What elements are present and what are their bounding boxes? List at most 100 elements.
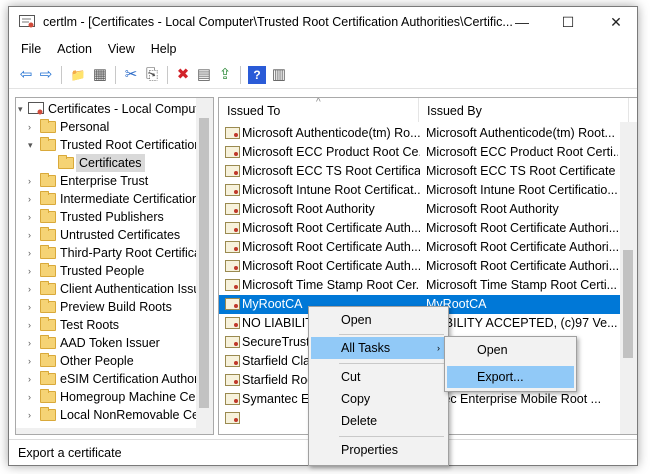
expand-icon[interactable]: › <box>28 226 38 244</box>
tree-label: Client Authentication Issu <box>60 282 201 296</box>
folder-icon <box>40 335 56 349</box>
expand-icon[interactable]: › <box>28 352 38 370</box>
table-row[interactable]: Microsoft ECC Product Root Ce... Microsof… <box>219 143 621 162</box>
tree-vertical-scrollbar[interactable] <box>196 98 213 434</box>
issued-to-cell: Microsoft Root Certificate Auth... <box>242 259 420 273</box>
certificate-icon <box>225 317 240 329</box>
submenu-arrow-icon: › <box>437 343 440 353</box>
up-folder-icon[interactable]: 📁 <box>69 66 87 84</box>
scroll-thumb[interactable] <box>623 250 633 358</box>
cut-icon[interactable]: ✂ <box>122 66 140 84</box>
export-list-icon[interactable]: ⇪ <box>216 66 234 84</box>
context-menu-all-tasks[interactable]: All Tasks › <box>311 337 446 359</box>
tree-horizontal-scrollbar[interactable] <box>16 428 197 434</box>
title-bar[interactable]: certlm - [Certificates - Local Computer\… <box>9 7 637 38</box>
table-row[interactable]: Microsoft Intune Root Certificat... Micro… <box>219 181 621 200</box>
table-row[interactable]: Microsoft Root Certificate Auth... Micros… <box>219 257 621 276</box>
tree-label: Personal <box>60 120 110 134</box>
certificate-icon <box>225 241 240 253</box>
issued-to-cell: Microsoft ECC TS Root Certifica... <box>242 164 420 178</box>
expand-icon[interactable]: › <box>28 334 38 352</box>
menu-bar: File Action View Help <box>9 38 637 60</box>
submenu-export[interactable]: Export... <box>447 366 574 388</box>
folder-icon <box>40 119 56 133</box>
column-header-issued-by[interactable]: Issued By <box>419 98 629 122</box>
status-text: Export a certificate <box>18 446 122 460</box>
tree-label: eSIM Certification Authori <box>60 372 202 386</box>
menu-action[interactable]: Action <box>49 38 100 60</box>
delete-icon[interactable]: ✖ <box>174 66 192 84</box>
properties-icon[interactable]: ▤ <box>195 66 213 84</box>
issued-by-cell: Microsoft Root Certificate Authori... <box>426 240 618 254</box>
expand-icon[interactable]: › <box>28 388 38 406</box>
menu-item-label: All Tasks <box>341 341 391 355</box>
list-vertical-scrollbar[interactable] <box>620 122 637 434</box>
issued-to-cell: Microsoft Authenticode(tm) Ro... <box>242 126 420 140</box>
copy-icon[interactable]: ⎘ <box>143 66 161 84</box>
menu-separator <box>339 436 444 437</box>
expand-icon[interactable]: › <box>28 244 38 262</box>
menu-help[interactable]: Help <box>143 38 185 60</box>
toolbar: ⇦ ⇨ 📁 ▦ ✂ ⎘ ✖ ▤ ⇪ ? ▥ <box>9 61 637 89</box>
folder-icon <box>40 227 56 241</box>
show-hide-tree-icon[interactable]: ▦ <box>91 66 109 84</box>
tree-label: Trusted Publishers <box>60 210 164 224</box>
table-row[interactable]: Microsoft Root Authority Microsoft Root A… <box>219 200 621 219</box>
expand-icon[interactable]: › <box>28 262 38 280</box>
folder-open-icon <box>40 137 56 151</box>
table-row[interactable]: Microsoft Root Certificate Auth... Micros… <box>219 238 621 257</box>
table-row[interactable]: Microsoft Time Stamp Root Cer... Microsof… <box>219 276 621 295</box>
context-menu-copy[interactable]: Copy <box>311 388 446 410</box>
column-label: Issued To <box>227 104 281 118</box>
tree-label: Trusted Root Certification <box>60 138 202 152</box>
tree-label: Homegroup Machine Cer <box>60 390 200 404</box>
scroll-thumb[interactable] <box>199 118 209 408</box>
help-icon[interactable]: ? <box>248 66 266 84</box>
show-action-pane-icon[interactable]: ▥ <box>270 66 288 84</box>
forward-icon[interactable]: ⇨ <box>37 66 55 84</box>
minimize-button[interactable]: — <box>499 7 545 38</box>
context-menu-properties[interactable]: Properties <box>311 439 446 461</box>
menu-separator <box>339 334 444 335</box>
menu-separator <box>339 363 444 364</box>
expand-icon[interactable]: › <box>28 406 38 424</box>
expand-icon[interactable]: › <box>28 370 38 388</box>
expand-icon[interactable]: › <box>28 298 38 316</box>
all-tasks-submenu: Open Export... <box>444 336 577 392</box>
tree-label: Untrusted Certificates <box>60 228 181 242</box>
table-row[interactable]: Microsoft Authenticode(tm) Ro... Microsof… <box>219 124 621 143</box>
tree-label: AAD Token Issuer <box>60 336 160 350</box>
collapse-icon[interactable]: ▾ <box>28 136 38 154</box>
toolbar-separator <box>115 66 116 84</box>
close-button[interactable]: ✕ <box>593 7 637 38</box>
expand-icon[interactable]: › <box>28 190 38 208</box>
table-row[interactable]: Microsoft Root Certificate Auth... Micros… <box>219 219 621 238</box>
context-menu-cut[interactable]: Cut <box>311 366 446 388</box>
context-menu-delete[interactable]: Delete <box>311 410 446 432</box>
expand-icon[interactable]: › <box>28 280 38 298</box>
certificate-icon <box>225 222 240 234</box>
context-menu-open[interactable]: Open <box>311 309 446 331</box>
back-icon[interactable]: ⇦ <box>17 66 35 84</box>
issued-by-cell: Microsoft Authenticode(tm) Root... <box>426 126 615 140</box>
collapse-icon[interactable]: ▾ <box>18 100 28 118</box>
maximize-button[interactable]: ☐ <box>545 7 591 38</box>
console-tree[interactable]: ▾ Certificates - Local Computer › Person… <box>15 97 214 435</box>
menu-view[interactable]: View <box>100 38 143 60</box>
expand-icon[interactable]: › <box>28 118 38 136</box>
certificate-icon <box>225 184 240 196</box>
expand-icon[interactable]: › <box>28 172 38 190</box>
certificate-icon <box>225 336 240 348</box>
toolbar-separator <box>167 66 168 84</box>
column-header-issued-to[interactable]: Issued To ^ <box>219 98 419 122</box>
submenu-open[interactable]: Open <box>447 339 574 361</box>
expand-icon[interactable]: › <box>28 316 38 334</box>
expand-icon[interactable]: › <box>28 208 38 226</box>
table-row[interactable]: Microsoft ECC TS Root Certifica... Micros… <box>219 162 621 181</box>
certificate-app-icon <box>19 15 35 28</box>
menu-file[interactable]: File <box>13 38 49 60</box>
folder-icon <box>40 407 56 421</box>
issued-by-cell: LIABILITY ACCEPTED, (c)97 Ve... <box>426 316 618 330</box>
issued-by-cell: MyRootCA <box>426 297 487 311</box>
folder-icon <box>40 317 56 331</box>
